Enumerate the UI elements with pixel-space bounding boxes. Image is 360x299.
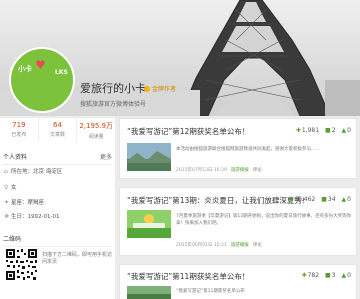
person-icon: ♀ bbox=[4, 184, 9, 191]
stat-value: 719 bbox=[12, 121, 26, 129]
thumb-count[interactable]: ▲0 bbox=[342, 196, 351, 203]
card-comment-link[interactable]: 评论 bbox=[253, 243, 262, 248]
gold-author-badge[interactable]: 金牌作者 bbox=[144, 84, 176, 93]
profile-subtitle: 搜狐旅游官方微博体验号 bbox=[80, 101, 147, 108]
feed-card[interactable]: “我爱写游记”第13期：炎炎夏日，让我们放肆深夏秀！ ✚60,462 ■34 ▲… bbox=[119, 187, 357, 256]
comment-icon: ■ bbox=[325, 127, 331, 134]
zodiac-icon: ✦ bbox=[4, 199, 10, 206]
profile-location: ⌂ 所在地：北京 海淀区 bbox=[4, 167, 62, 175]
card-title[interactable]: “我爱写游记”第11期获奖名单公布！ bbox=[127, 271, 249, 282]
avatar-text-right: LKS bbox=[55, 69, 68, 76]
like-value: 782 bbox=[307, 272, 320, 279]
location-icon: ⌂ bbox=[4, 168, 8, 175]
profile-row-text: 女 bbox=[11, 185, 17, 191]
user-name[interactable]: 爱旅行的小卡 bbox=[80, 80, 146, 96]
comment-value: 3 bbox=[331, 272, 336, 279]
thumbs-up-icon: ▲ bbox=[341, 127, 347, 134]
stat-articles[interactable]: 64 文章数 bbox=[39, 118, 78, 142]
like-icon: ✚ bbox=[295, 127, 301, 134]
card-tag[interactable]: 旅游播报 bbox=[231, 243, 249, 248]
profile-row-text: 生日：1992-01-01 bbox=[11, 214, 60, 220]
stat-value: 64 bbox=[53, 121, 62, 129]
card-title[interactable]: “我爱写游记”第12期获奖名单公布！ bbox=[127, 126, 249, 137]
card-counts: ✚782 ■3 ▲0 bbox=[302, 272, 351, 279]
comment-count[interactable]: ■2 bbox=[325, 127, 336, 134]
promo-thumbnail bbox=[127, 210, 171, 238]
stat-value: 2,195.9万 bbox=[79, 122, 114, 130]
medal-icon bbox=[144, 86, 150, 92]
like-count[interactable]: ✚60,462 bbox=[288, 196, 315, 203]
comment-value: 34 bbox=[327, 196, 336, 203]
comment-value: 2 bbox=[331, 127, 336, 134]
profile-gender: ♀ 女 bbox=[4, 183, 17, 191]
card-counts: ✚60,462 ■34 ▲0 bbox=[288, 196, 351, 203]
thumb-value: 0 bbox=[347, 127, 351, 134]
like-count[interactable]: ✚1,981 bbox=[296, 127, 319, 134]
landscape-thumbnail bbox=[127, 286, 171, 299]
card-thumbnail[interactable] bbox=[127, 285, 171, 299]
card-thumbnail[interactable] bbox=[127, 143, 171, 171]
card-tag[interactable]: 旅游播报 bbox=[231, 168, 249, 173]
card-snippet: 7月夏季旅游季【华夏游记】第13期开始啦，说出你的夏日旅行故事，还有多份大奖等你… bbox=[176, 214, 352, 226]
comment-count[interactable]: ■3 bbox=[325, 272, 336, 279]
card-counts: ✚1,981 ■2 ▲0 bbox=[296, 127, 351, 134]
qr-code bbox=[5, 248, 38, 281]
card-snippet: “我爱写游记”第11期获奖名单公布 bbox=[176, 289, 245, 294]
stat-label: 阅读量 bbox=[88, 134, 104, 140]
thumbs-up-icon: ▲ bbox=[341, 196, 347, 203]
like-value: 1,981 bbox=[301, 127, 320, 134]
thumb-count[interactable]: ▲0 bbox=[342, 127, 351, 134]
comment-icon: ■ bbox=[321, 196, 327, 203]
thumb-value: 0 bbox=[347, 272, 351, 279]
personal-info-title: 个人资料 bbox=[3, 154, 28, 161]
thumbs-up-icon: ▲ bbox=[341, 272, 347, 279]
card-date: 2015年07月13日 16:29 bbox=[176, 168, 227, 173]
comment-icon: ■ bbox=[325, 272, 331, 279]
qrcode-header: 二维码 bbox=[3, 234, 112, 247]
feed-card[interactable]: “我爱写游记”第12期获奖名单公布！ ✚1,981 ■2 ▲0 本活动由搜狐旅游… bbox=[119, 118, 357, 179]
qr-code-image bbox=[5, 248, 38, 281]
card-title[interactable]: “我爱写游记”第13期：炎炎夏日，让我们放肆深夏秀！ bbox=[127, 195, 309, 206]
stat-published[interactable]: 719 已发布 bbox=[0, 118, 39, 142]
stat-label: 已发布 bbox=[11, 132, 27, 138]
heart-icon: ♥ bbox=[35, 58, 46, 72]
feed-card[interactable]: “我爱写游记”第11期获奖名单公布！ ✚782 ■3 ▲0 “我爱写游记”第11… bbox=[119, 264, 357, 299]
profile-row-text: 所在地：北京 海淀区 bbox=[11, 169, 63, 175]
avatar[interactable]: ♥ 小卡 LKS bbox=[9, 47, 75, 113]
card-meta: 2015年07月13日 16:29 旅游播报 评论 bbox=[176, 167, 262, 173]
card-date: 2015年06月01日 10:21 bbox=[176, 243, 227, 248]
profile-birthday: ❖ 生日：1992-01-01 bbox=[4, 212, 59, 220]
more-link[interactable]: 更多 bbox=[100, 152, 112, 161]
card-snippet: 本活动由搜狐旅游联合搜狐网旅游频道共同发起，感谢大家积极参与…… bbox=[176, 147, 320, 152]
like-count[interactable]: ✚782 bbox=[302, 272, 319, 279]
birthday-icon: ❖ bbox=[4, 213, 10, 220]
comment-count[interactable]: ■34 bbox=[321, 196, 335, 203]
profile-zodiac: ✦ 星座：摩羯座 bbox=[4, 198, 44, 206]
card-thumbnail[interactable] bbox=[127, 210, 171, 238]
personal-info-header: 个人资料 更多 bbox=[3, 152, 112, 165]
card-comment-link[interactable]: 评论 bbox=[253, 168, 262, 173]
thumb-value: 0 bbox=[347, 196, 351, 203]
like-icon: ✚ bbox=[288, 196, 294, 203]
stats-bar: 719 已发布 64 文章数 2,195.9万 阅读量 bbox=[0, 118, 115, 142]
feed: “我爱写游记”第12期获奖名单公布！ ✚1,981 ■2 ▲0 本活动由搜狐旅游… bbox=[119, 118, 360, 299]
card-meta: 2015年06月01日 10:21 旅游播报 评论 bbox=[176, 242, 262, 248]
like-value: 60,462 bbox=[294, 196, 316, 203]
stat-reads[interactable]: 2,195.9万 阅读量 bbox=[77, 118, 115, 142]
thumb-count[interactable]: ▲0 bbox=[342, 272, 351, 279]
qrcode-title: 二维码 bbox=[3, 236, 22, 243]
profile-row-text: 星座：摩羯座 bbox=[11, 200, 45, 206]
landscape-thumbnail bbox=[127, 143, 171, 171]
badge-label: 金牌作者 bbox=[152, 86, 177, 93]
stat-label: 文章数 bbox=[50, 132, 66, 138]
like-icon: ✚ bbox=[301, 272, 307, 279]
qrcode-hint: 扫描下方二维码，即可用手机访问本页 bbox=[42, 252, 113, 265]
avatar-text-left: 小卡 bbox=[18, 65, 32, 73]
